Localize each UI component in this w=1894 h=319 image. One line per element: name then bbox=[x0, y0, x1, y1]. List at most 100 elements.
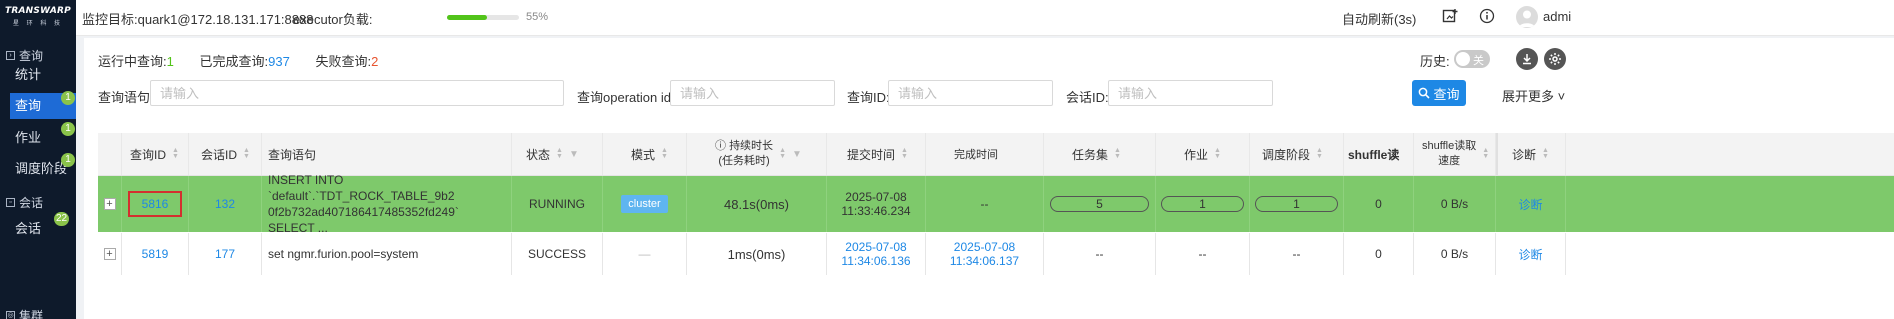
user-avatar[interactable] bbox=[1516, 6, 1538, 28]
statement-cell: set ngmr.furion.pool=system bbox=[262, 233, 512, 275]
statement-filter-label: 查询语句: bbox=[98, 90, 154, 105]
query-id-filter-input[interactable] bbox=[888, 80, 1053, 106]
row-expand-cell: + bbox=[98, 233, 122, 275]
status-cell: RUNNING bbox=[512, 176, 603, 232]
search-button-label: 查询 bbox=[1433, 86, 1460, 102]
col-query-id[interactable]: 查询ID ▲ ▼ bbox=[122, 133, 189, 175]
col-taskset[interactable]: 任务集 ▲ ▼ bbox=[1044, 133, 1156, 175]
diagnose-link[interactable]: 诊断 bbox=[1518, 196, 1542, 213]
settings-button[interactable] bbox=[1544, 48, 1566, 70]
session-id-filter-input[interactable] bbox=[1108, 80, 1273, 106]
query-id-link[interactable]: 5816 bbox=[127, 191, 183, 217]
col-label: shuffle读 bbox=[1348, 147, 1400, 162]
sort-icon[interactable]: ▲ ▼ bbox=[243, 147, 250, 160]
finish-time-text: -- bbox=[980, 197, 989, 211]
query-id-cell: 5819 bbox=[122, 233, 189, 275]
shuffle-read-cell: 0 bbox=[1344, 233, 1414, 275]
col-stage[interactable]: 调度阶段 ▲ ▼ bbox=[1250, 133, 1344, 175]
mode-tag: cluster bbox=[621, 195, 668, 213]
taskset-pill[interactable]: 5 bbox=[1049, 196, 1150, 212]
sort-icon[interactable]: ▲ ▼ bbox=[1482, 147, 1489, 160]
col-duration[interactable]: ⓘ 持续时长 (任务耗时) ▲ ▼ ▼ bbox=[687, 133, 827, 175]
table-row[interactable]: + 5819 177 set ngmr.furion.pool=system S… bbox=[98, 233, 1894, 275]
add-screen-icon[interactable] bbox=[1442, 8, 1460, 26]
session-id-filter-label: 会话ID: bbox=[1066, 90, 1109, 105]
query-id-link[interactable]: 5819 bbox=[142, 247, 169, 261]
statement-filter-input[interactable] bbox=[150, 80, 564, 106]
sidebar: TRANSWARP 星 环 科 技 › 查询 统计 查询 1 作业 1 调度阶段… bbox=[0, 0, 76, 319]
download-button[interactable] bbox=[1516, 48, 1538, 70]
toggle-state-label: 关 bbox=[1473, 55, 1484, 67]
filter-icon[interactable]: ▼ bbox=[792, 149, 802, 160]
col-status[interactable]: 状态 ▲ ▼ ▼ bbox=[512, 133, 603, 175]
shuffle-speed-text: 0 B/s bbox=[1440, 197, 1469, 211]
sidebar-item-label: 查询 bbox=[15, 98, 42, 113]
operation-id-filter-input[interactable] bbox=[670, 80, 835, 106]
session-id-link[interactable]: 132 bbox=[215, 197, 235, 211]
date-line: 2025-07-08 bbox=[845, 240, 907, 254]
nav-group-label: 会话 bbox=[19, 196, 44, 210]
date-line: 2025-07-08 bbox=[845, 190, 907, 204]
submit-time-text: 2025-07-08 11:34:06.136 bbox=[841, 240, 910, 268]
top-bar: 监控目标:quark1@172.18.131.171:8888 executor… bbox=[76, 0, 1894, 36]
col-job[interactable]: 作业 ▲ ▼ bbox=[1156, 133, 1250, 175]
col-label: 查询语句 bbox=[268, 147, 317, 162]
taskset-cell: -- bbox=[1044, 233, 1156, 275]
time-line: 11:34:06.137 bbox=[949, 254, 1020, 268]
info-icon: ⓘ bbox=[715, 140, 730, 152]
statement-text: set ngmr.furion.pool=system bbox=[268, 247, 419, 261]
nav-group-cluster[interactable]: ◎ 集群 bbox=[6, 307, 43, 319]
sort-icon[interactable]: ▲ ▼ bbox=[661, 147, 668, 160]
sort-icon[interactable]: ▲ ▼ bbox=[1214, 147, 1221, 160]
sort-icon[interactable]: ▲ ▼ bbox=[1316, 147, 1323, 160]
sort-icon[interactable]: ▲ ▼ bbox=[556, 147, 563, 160]
expand-more-link[interactable]: 展开更多 ˅ bbox=[1502, 86, 1565, 105]
user-name[interactable]: admi bbox=[1543, 9, 1571, 24]
history-toggle[interactable]: 关 bbox=[1454, 50, 1490, 68]
sort-icon[interactable]: ▲ ▼ bbox=[1542, 147, 1549, 160]
filter-icon[interactable]: ▼ bbox=[569, 149, 579, 160]
stage-pill[interactable]: 1 bbox=[1254, 196, 1339, 212]
expand-column-header bbox=[98, 133, 122, 175]
status-text: RUNNING bbox=[529, 197, 585, 211]
col-label: 完成时间 bbox=[954, 149, 998, 161]
submit-time-cell: 2025-07-08 11:33:46.234 bbox=[827, 176, 926, 232]
session-id-link[interactable]: 177 bbox=[215, 247, 235, 261]
col-diagnose[interactable]: 诊断 ▲ ▼ bbox=[1496, 133, 1566, 175]
info-icon[interactable] bbox=[1479, 8, 1497, 26]
executor-load-fill bbox=[447, 15, 487, 20]
col-submit-time[interactable]: 提交时间 ▲ ▼ bbox=[827, 133, 926, 175]
chevron-down-icon: ˅ bbox=[1554, 89, 1566, 104]
sidebar-item-stats[interactable]: 统计 bbox=[10, 62, 76, 88]
search-button[interactable]: 查询 bbox=[1412, 80, 1466, 106]
col-sublabel: (任务耗时) bbox=[718, 155, 770, 167]
auto-refresh-button[interactable]: 自动刷新(3s) bbox=[1342, 9, 1416, 28]
failed-label: 失败查询: bbox=[315, 54, 372, 69]
sessions-count-badge: 22 bbox=[54, 212, 70, 226]
col-label: 诊断 bbox=[1512, 147, 1537, 162]
expand-row-icon[interactable]: + bbox=[103, 198, 116, 210]
col-finish-time: 完成时间 bbox=[926, 133, 1044, 175]
sort-icon[interactable]: ▲ ▼ bbox=[779, 147, 786, 160]
search-icon bbox=[1419, 87, 1431, 99]
sidebar-item-label: 会话 bbox=[15, 221, 42, 236]
job-pill[interactable]: 1 bbox=[1160, 196, 1245, 212]
executor-load-label: executor负载: bbox=[293, 12, 373, 27]
col-statement: 查询语句 bbox=[262, 133, 512, 175]
col-session-id[interactable]: 会话ID ▲ ▼ bbox=[189, 133, 262, 175]
status-cell: SUCCESS bbox=[512, 233, 603, 275]
col-label: 查询ID bbox=[130, 147, 167, 162]
duration-cell: 48.1s(0ms) bbox=[687, 176, 827, 232]
mode-cell: cluster bbox=[603, 176, 687, 232]
shuffle-speed-text: 0 B/s bbox=[1440, 247, 1469, 261]
sort-icon[interactable]: ▲ ▼ bbox=[172, 147, 179, 160]
nav-group-session[interactable]: ▫ 会话 bbox=[6, 194, 43, 211]
table-row[interactable]: + 5816 132 INSERT INTO `default`.`TDT_RO… bbox=[98, 173, 1894, 235]
expand-row-icon[interactable]: + bbox=[103, 248, 116, 260]
sort-icon[interactable]: ▲ ▼ bbox=[901, 147, 908, 160]
sort-icon[interactable]: ▲ ▼ bbox=[1114, 147, 1121, 160]
time-line: 11:33:46.234 bbox=[841, 204, 911, 218]
col-mode[interactable]: 模式 ▲ ▼ bbox=[603, 133, 687, 175]
col-shuffle-speed[interactable]: shuffle读取 速度 ▲ ▼ bbox=[1414, 133, 1496, 175]
diagnose-link[interactable]: 诊断 bbox=[1518, 246, 1542, 263]
